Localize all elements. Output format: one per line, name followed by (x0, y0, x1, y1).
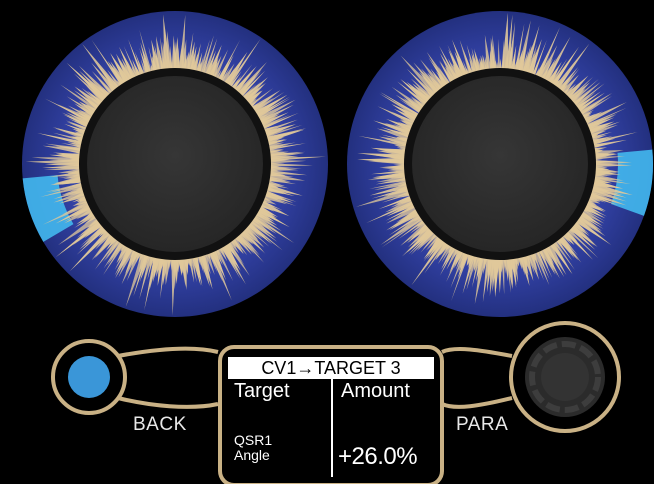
display-title: CV1→TARGET 3 (228, 357, 434, 379)
right-knob[interactable] (347, 11, 653, 317)
display-col-amount: Amount (341, 380, 410, 402)
display-col-target: Target (234, 380, 290, 402)
para-encoder[interactable] (525, 337, 605, 417)
para-label: PARA (456, 414, 509, 435)
display-amount-value: +26.0% (338, 443, 418, 470)
right-knob-cap[interactable] (412, 76, 588, 252)
left-knob[interactable] (22, 11, 328, 317)
display-target-line1: QSR1 (234, 432, 273, 448)
back-button[interactable] (68, 356, 110, 398)
back-label: BACK (133, 414, 187, 435)
display-target-value: QSR1 Angle (234, 433, 272, 463)
display-target-line2: Angle (234, 447, 270, 463)
oled-display: CV1→TARGET 3 Target Amount QSR1 Angle +2… (228, 357, 434, 477)
display-divider (331, 379, 333, 477)
left-knob-cap[interactable] (87, 76, 263, 252)
